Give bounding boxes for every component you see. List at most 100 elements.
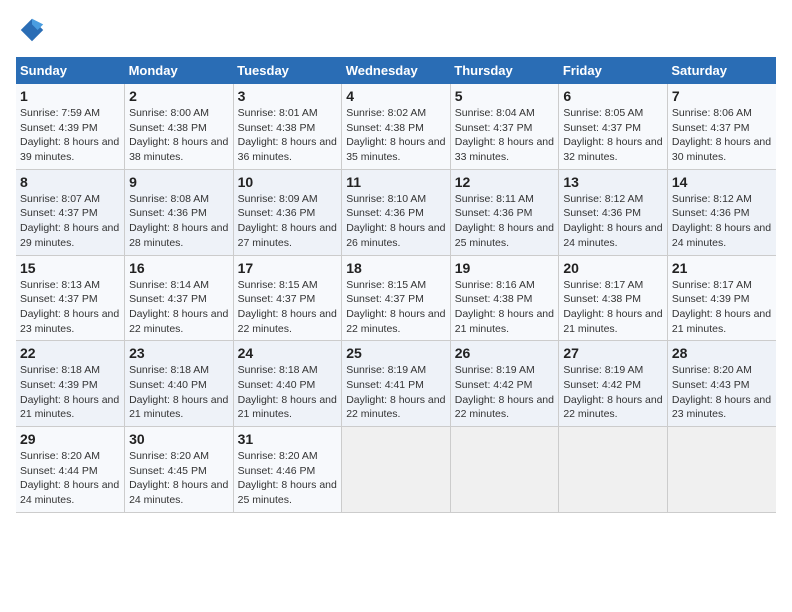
day-info: Sunrise: 8:07 AMSunset: 4:37 PMDaylight:… xyxy=(20,192,120,251)
day-info: Sunrise: 8:14 AMSunset: 4:37 PMDaylight:… xyxy=(129,278,229,337)
day-info: Sunrise: 8:05 AMSunset: 4:37 PMDaylight:… xyxy=(563,106,663,165)
header-sunday: Sunday xyxy=(16,57,125,84)
week-row-2: 8 Sunrise: 8:07 AMSunset: 4:37 PMDaylight… xyxy=(16,169,776,255)
calendar-cell: 23 Sunrise: 8:18 AMSunset: 4:40 PMDayligh… xyxy=(125,341,234,427)
calendar-cell: 22Sunrise: 8:18 AMSunset: 4:39 PMDayligh… xyxy=(16,341,125,427)
day-info: Sunrise: 8:11 AMSunset: 4:36 PMDaylight:… xyxy=(455,192,555,251)
calendar-cell: 4 Sunrise: 8:02 AMSunset: 4:38 PMDaylight… xyxy=(342,84,451,169)
calendar-cell: 5 Sunrise: 8:04 AMSunset: 4:37 PMDaylight… xyxy=(450,84,559,169)
calendar-cell: 26 Sunrise: 8:19 AMSunset: 4:42 PMDayligh… xyxy=(450,341,559,427)
day-number: 27 xyxy=(563,345,663,361)
calendar-cell: 25 Sunrise: 8:19 AMSunset: 4:41 PMDayligh… xyxy=(342,341,451,427)
calendar-cell: 18Sunrise: 8:15 AMSunset: 4:37 PMDayligh… xyxy=(342,255,451,341)
day-info: Sunrise: 8:20 AMSunset: 4:44 PMDaylight:… xyxy=(20,449,120,508)
day-info: Sunrise: 8:04 AMSunset: 4:37 PMDaylight:… xyxy=(455,106,555,165)
day-number: 26 xyxy=(455,345,555,361)
day-number: 20 xyxy=(563,260,663,276)
calendar-cell: 3 Sunrise: 8:01 AMSunset: 4:38 PMDaylight… xyxy=(233,84,342,169)
header-monday: Monday xyxy=(125,57,234,84)
day-number: 4 xyxy=(346,88,446,104)
day-number: 25 xyxy=(346,345,446,361)
day-info: Sunrise: 8:15 AMSunset: 4:37 PMDaylight:… xyxy=(238,278,338,337)
calendar-cell: 24 Sunrise: 8:18 AMSunset: 4:40 PMDayligh… xyxy=(233,341,342,427)
day-number: 31 xyxy=(238,431,338,447)
day-info: Sunrise: 8:01 AMSunset: 4:38 PMDaylight:… xyxy=(238,106,338,165)
calendar-cell: 2Sunrise: 8:00 AMSunset: 4:38 PMDaylight… xyxy=(125,84,234,169)
day-number: 11 xyxy=(346,174,446,190)
day-info: Sunrise: 8:12 AMSunset: 4:36 PMDaylight:… xyxy=(563,192,663,251)
day-number: 12 xyxy=(455,174,555,190)
day-number: 29 xyxy=(20,431,120,447)
calendar-cell: 27 Sunrise: 8:19 AMSunset: 4:42 PMDayligh… xyxy=(559,341,668,427)
header-tuesday: Tuesday xyxy=(233,57,342,84)
logo xyxy=(16,16,48,49)
day-info: Sunrise: 7:59 AMSunset: 4:39 PMDaylight:… xyxy=(20,106,120,165)
day-info: Sunrise: 8:09 AMSunset: 4:36 PMDaylight:… xyxy=(238,192,338,251)
week-row-3: 15 Sunrise: 8:13 AMSunset: 4:37 PMDayligh… xyxy=(16,255,776,341)
day-number: 22 xyxy=(20,345,120,361)
day-number: 7 xyxy=(672,88,772,104)
calendar-cell: 28 Sunrise: 8:20 AMSunset: 4:43 PMDayligh… xyxy=(667,341,776,427)
day-info: Sunrise: 8:06 AMSunset: 4:37 PMDaylight:… xyxy=(672,106,772,165)
day-number: 23 xyxy=(129,345,229,361)
day-info: Sunrise: 8:18 AMSunset: 4:40 PMDaylight:… xyxy=(129,363,229,422)
day-info: Sunrise: 8:15 AMSunset: 4:37 PMDaylight:… xyxy=(346,278,446,337)
calendar-cell: 6 Sunrise: 8:05 AMSunset: 4:37 PMDaylight… xyxy=(559,84,668,169)
day-info: Sunrise: 8:18 AMSunset: 4:40 PMDaylight:… xyxy=(238,363,338,422)
logo-icon xyxy=(18,16,46,44)
day-info: Sunrise: 8:19 AMSunset: 4:42 PMDaylight:… xyxy=(455,363,555,422)
calendar-cell: 19 Sunrise: 8:16 AMSunset: 4:38 PMDayligh… xyxy=(450,255,559,341)
calendar-cell: 16 Sunrise: 8:14 AMSunset: 4:37 PMDayligh… xyxy=(125,255,234,341)
header-saturday: Saturday xyxy=(667,57,776,84)
calendar-cell: 20 Sunrise: 8:17 AMSunset: 4:38 PMDayligh… xyxy=(559,255,668,341)
day-number: 3 xyxy=(238,88,338,104)
day-number: 5 xyxy=(455,88,555,104)
calendar-cell: 12 Sunrise: 8:11 AMSunset: 4:36 PMDayligh… xyxy=(450,169,559,255)
day-info: Sunrise: 8:16 AMSunset: 4:38 PMDaylight:… xyxy=(455,278,555,337)
day-info: Sunrise: 8:17 AMSunset: 4:39 PMDaylight:… xyxy=(672,278,772,337)
calendar-cell: 9 Sunrise: 8:08 AMSunset: 4:36 PMDaylight… xyxy=(125,169,234,255)
day-info: Sunrise: 8:02 AMSunset: 4:38 PMDaylight:… xyxy=(346,106,446,165)
day-number: 19 xyxy=(455,260,555,276)
day-number: 2 xyxy=(129,88,229,104)
day-number: 13 xyxy=(563,174,663,190)
day-info: Sunrise: 8:12 AMSunset: 4:36 PMDaylight:… xyxy=(672,192,772,251)
day-info: Sunrise: 8:20 AMSunset: 4:46 PMDaylight:… xyxy=(238,449,338,508)
calendar-cell: 8 Sunrise: 8:07 AMSunset: 4:37 PMDaylight… xyxy=(16,169,125,255)
calendar-cell: 17 Sunrise: 8:15 AMSunset: 4:37 PMDayligh… xyxy=(233,255,342,341)
calendar-cell: 30Sunrise: 8:20 AMSunset: 4:45 PMDayligh… xyxy=(125,427,234,513)
day-number: 8 xyxy=(20,174,120,190)
day-info: Sunrise: 8:20 AMSunset: 4:43 PMDaylight:… xyxy=(672,363,772,422)
day-info: Sunrise: 8:17 AMSunset: 4:38 PMDaylight:… xyxy=(563,278,663,337)
calendar-cell: 10Sunrise: 8:09 AMSunset: 4:36 PMDayligh… xyxy=(233,169,342,255)
calendar-cell: 1 Sunrise: 7:59 AMSunset: 4:39 PMDaylight… xyxy=(16,84,125,169)
day-number: 16 xyxy=(129,260,229,276)
calendar-cell: 14 Sunrise: 8:12 AMSunset: 4:36 PMDayligh… xyxy=(667,169,776,255)
week-row-4: 22Sunrise: 8:18 AMSunset: 4:39 PMDayligh… xyxy=(16,341,776,427)
calendar-cell: 11 Sunrise: 8:10 AMSunset: 4:36 PMDayligh… xyxy=(342,169,451,255)
day-number: 17 xyxy=(238,260,338,276)
day-info: Sunrise: 8:08 AMSunset: 4:36 PMDaylight:… xyxy=(129,192,229,251)
day-info: Sunrise: 8:13 AMSunset: 4:37 PMDaylight:… xyxy=(20,278,120,337)
calendar-cell: 15 Sunrise: 8:13 AMSunset: 4:37 PMDayligh… xyxy=(16,255,125,341)
calendar-cell xyxy=(559,427,668,513)
day-number: 9 xyxy=(129,174,229,190)
day-number: 28 xyxy=(672,345,772,361)
calendar-cell xyxy=(342,427,451,513)
day-number: 1 xyxy=(20,88,120,104)
day-number: 24 xyxy=(238,345,338,361)
day-info: Sunrise: 8:20 AMSunset: 4:45 PMDaylight:… xyxy=(129,449,229,508)
day-number: 6 xyxy=(563,88,663,104)
day-info: Sunrise: 8:19 AMSunset: 4:41 PMDaylight:… xyxy=(346,363,446,422)
header-wednesday: Wednesday xyxy=(342,57,451,84)
header-thursday: Thursday xyxy=(450,57,559,84)
day-number: 15 xyxy=(20,260,120,276)
calendar-cell xyxy=(667,427,776,513)
day-number: 21 xyxy=(672,260,772,276)
calendar-cell: 29 Sunrise: 8:20 AMSunset: 4:44 PMDayligh… xyxy=(16,427,125,513)
calendar-cell: 13 Sunrise: 8:12 AMSunset: 4:36 PMDayligh… xyxy=(559,169,668,255)
calendar-header-row: SundayMondayTuesdayWednesdayThursdayFrid… xyxy=(16,57,776,84)
day-number: 14 xyxy=(672,174,772,190)
day-info: Sunrise: 8:10 AMSunset: 4:36 PMDaylight:… xyxy=(346,192,446,251)
day-info: Sunrise: 8:19 AMSunset: 4:42 PMDaylight:… xyxy=(563,363,663,422)
